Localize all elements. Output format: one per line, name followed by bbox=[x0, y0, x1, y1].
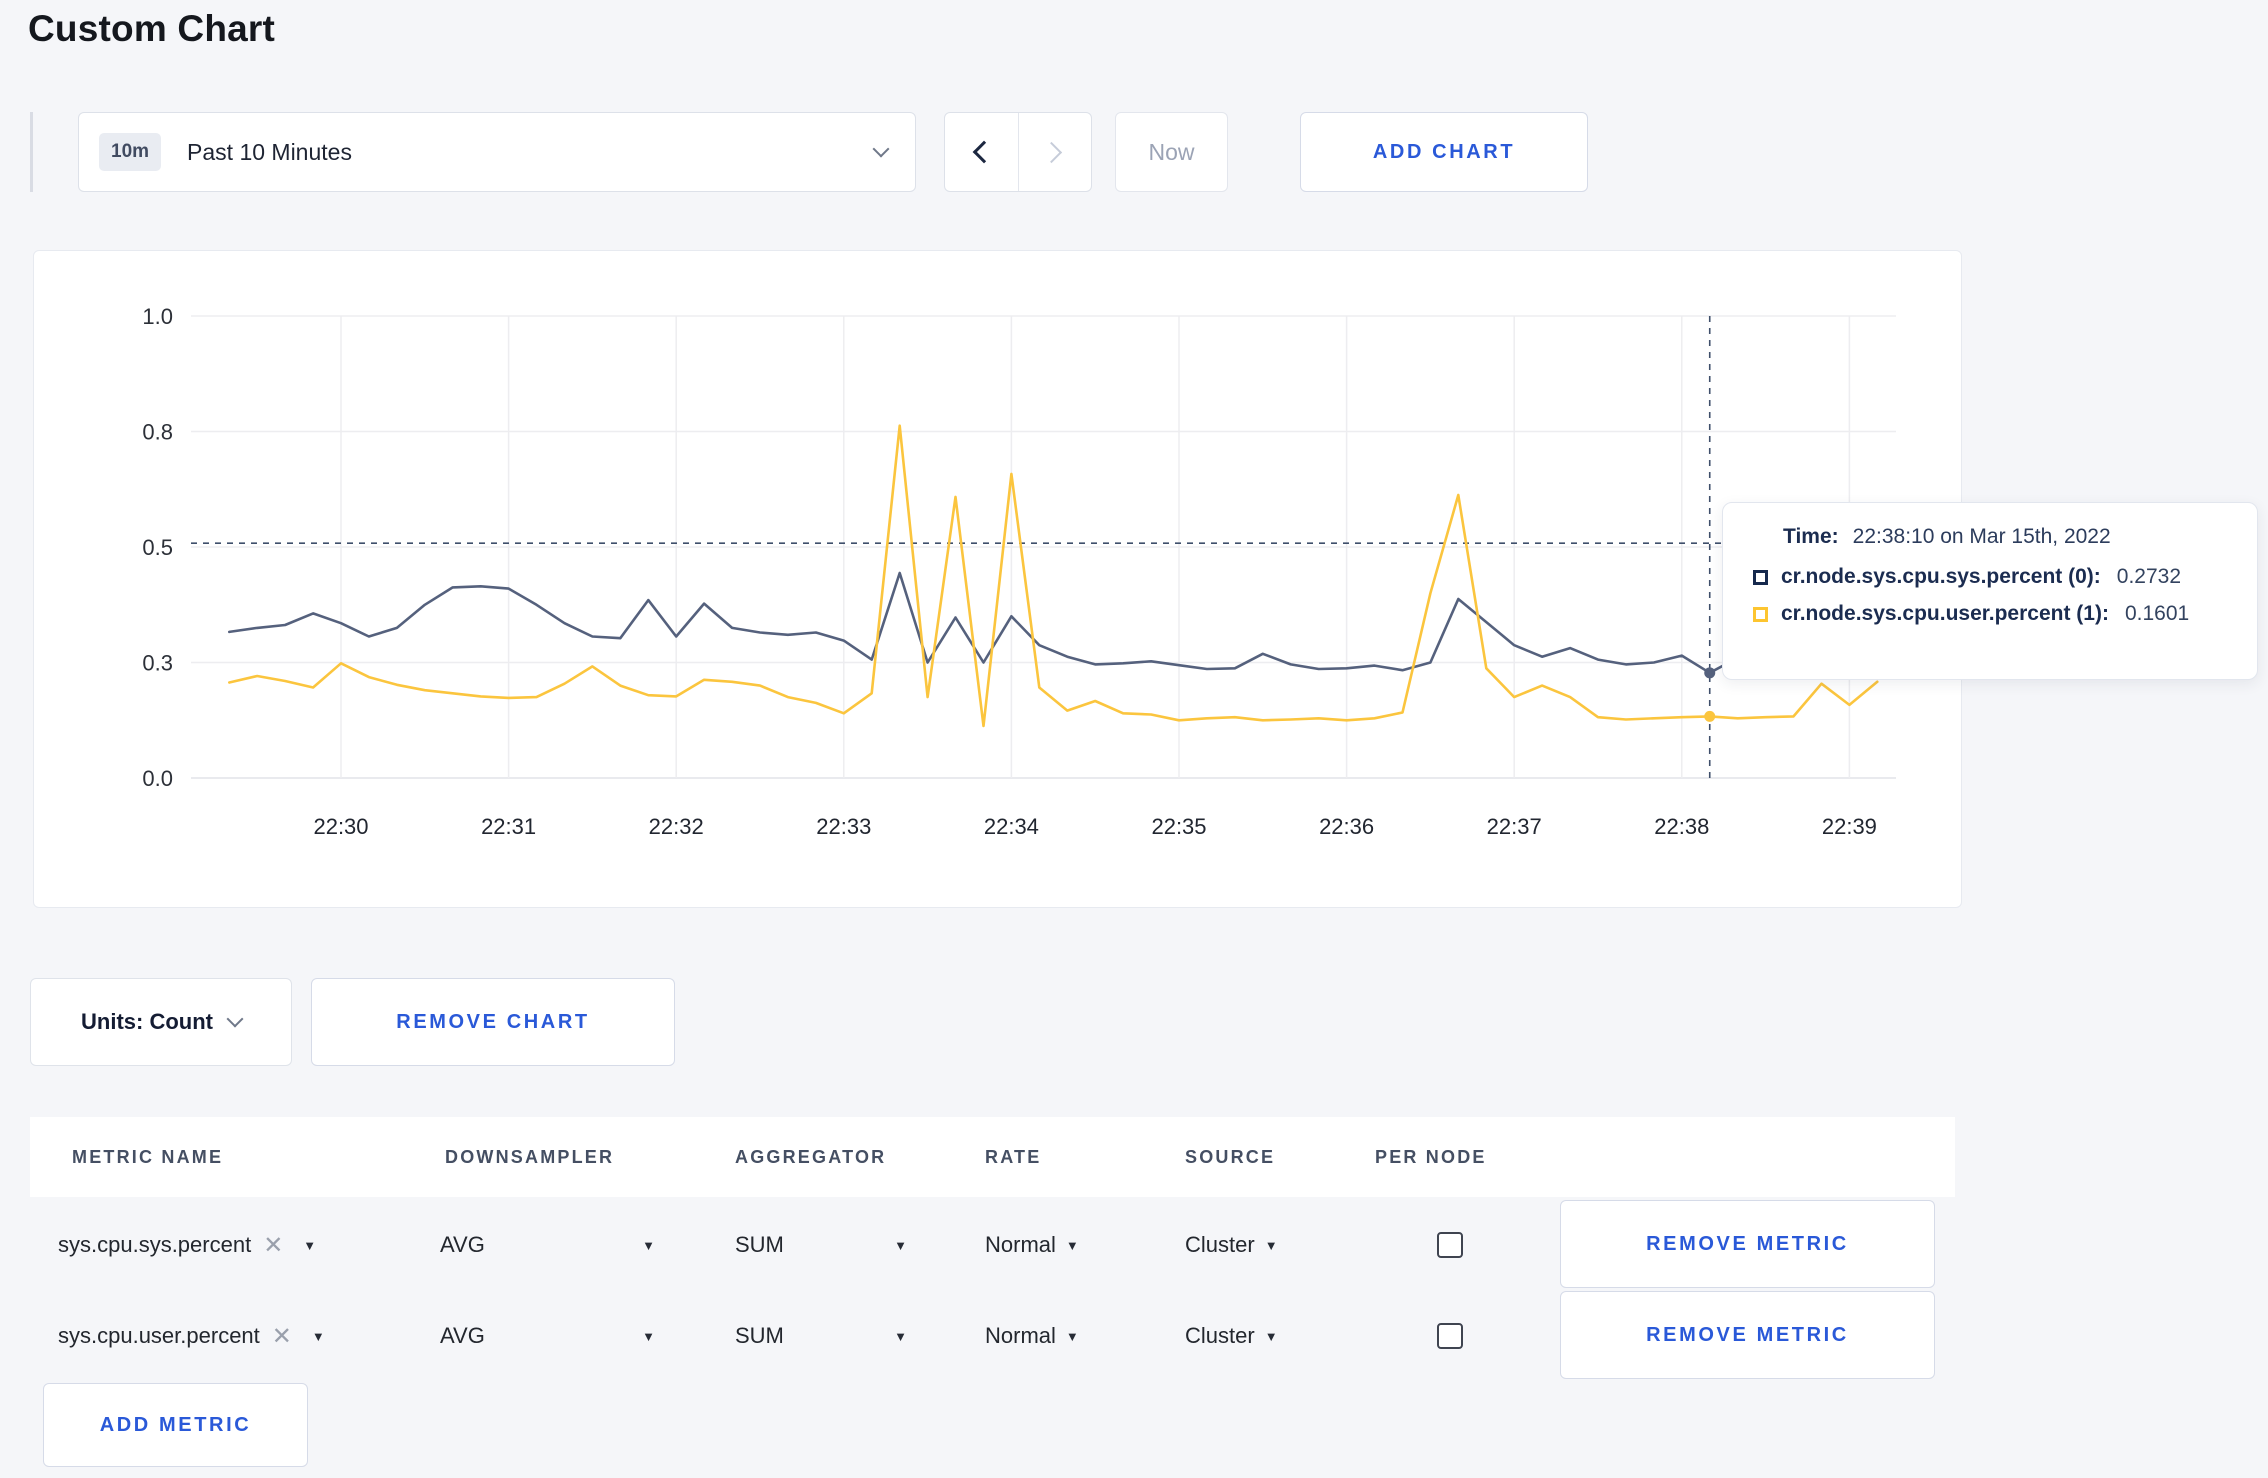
clear-metric-icon[interactable]: ✕ bbox=[272, 1322, 292, 1351]
tooltip-time-row: Time: 22:38:10 on Mar 15th, 2022 bbox=[1783, 525, 2233, 549]
dropdown-caret-icon: ▼ bbox=[894, 1328, 907, 1344]
remove-metric-button[interactable]: REMOVE METRIC bbox=[1560, 1291, 1935, 1379]
tooltip-series-value: 0.2732 bbox=[2116, 565, 2182, 588]
rate-select[interactable]: Normal ▼ bbox=[985, 1200, 1079, 1290]
y-axis-tick-label: 1.0 bbox=[142, 304, 173, 329]
y-axis-tick-label: 0.5 bbox=[142, 535, 173, 560]
column-header-metric-name: METRIC NAME bbox=[72, 1146, 224, 1167]
column-header-rate: RATE bbox=[985, 1146, 1042, 1167]
metric-name-value: sys.cpu.user.percent bbox=[58, 1323, 260, 1348]
time-range-badge: 10m bbox=[99, 133, 162, 171]
hover-point-marker bbox=[1704, 667, 1716, 679]
tooltip-time-label: Time: bbox=[1783, 525, 1839, 548]
hover-point-marker bbox=[1704, 710, 1716, 722]
dropdown-caret-icon: ▼ bbox=[894, 1237, 907, 1253]
source-select[interactable]: Cluster ▼ bbox=[1185, 1291, 1278, 1381]
time-range-label: Past 10 Minutes bbox=[187, 138, 352, 165]
tooltip-series-row: cr.node.sys.cpu.sys.percent (0): 0.2732 bbox=[1753, 565, 2233, 589]
custom-chart-page: { "page_title": "Custom Chart", "toolbar… bbox=[0, 0, 2268, 1478]
dropdown-caret-icon: ▼ bbox=[642, 1328, 655, 1344]
chart-card: 1.0 0.8 0.5 0.3 0.0 22:30 22:31 22:32 22:33 22:34… bbox=[33, 250, 1962, 908]
remove-metric-button[interactable]: REMOVE METRIC bbox=[1560, 1200, 1935, 1288]
downsampler-value: AVG bbox=[440, 1323, 485, 1348]
time-range-dropdown[interactable]: 10m Past 10 Minutes bbox=[78, 112, 916, 192]
downsampler-value: AVG bbox=[440, 1232, 485, 1257]
y-axis-tick-label: 0.0 bbox=[142, 766, 173, 791]
dropdown-caret-icon: ▼ bbox=[1264, 1328, 1278, 1344]
downsampler-select[interactable]: AVG ▼ bbox=[440, 1200, 655, 1290]
now-button[interactable]: Now bbox=[1115, 112, 1228, 192]
column-header-downsampler: DOWNSAMPLER bbox=[445, 1146, 615, 1167]
x-axis-tick-label: 22:38 bbox=[1654, 814, 1709, 839]
x-axis-tick-label: 22:33 bbox=[816, 814, 871, 839]
chart-hover-tooltip: Time: 22:38:10 on Mar 15th, 2022 cr.node.… bbox=[1722, 502, 2258, 680]
y-axis-tick-label: 0.8 bbox=[142, 420, 173, 445]
time-nav-group bbox=[944, 112, 1092, 192]
chevron-down-icon bbox=[226, 1010, 244, 1028]
source-value: Cluster bbox=[1185, 1232, 1255, 1257]
time-back-button[interactable] bbox=[945, 113, 1019, 191]
x-axis-tick-label: 22:32 bbox=[649, 814, 704, 839]
tooltip-series-value: 0.1601 bbox=[2124, 602, 2190, 625]
tooltip-series-label: cr.node.sys.cpu.sys.percent (0): bbox=[1781, 565, 2101, 588]
cpu-percent-line-chart[interactable]: 1.0 0.8 0.5 0.3 0.0 22:30 22:31 22:32 22:33 22:34… bbox=[34, 251, 1963, 909]
column-header-source: SOURCE bbox=[1185, 1146, 1276, 1167]
x-axis-tick-label: 22:34 bbox=[984, 814, 1039, 839]
x-axis-tick-label: 22:39 bbox=[1822, 814, 1877, 839]
column-header-per-node: PER NODE bbox=[1375, 1146, 1487, 1167]
dropdown-caret-icon: ▼ bbox=[1065, 1328, 1079, 1344]
per-node-cell bbox=[1437, 1200, 1463, 1290]
dropdown-caret-icon: ▼ bbox=[1264, 1237, 1278, 1253]
add-chart-button[interactable]: ADD CHART bbox=[1300, 112, 1588, 192]
chevron-right-icon bbox=[1041, 141, 1063, 163]
chevron-left-icon bbox=[972, 140, 996, 164]
rate-select[interactable]: Normal ▼ bbox=[985, 1291, 1079, 1381]
per-node-checkbox[interactable] bbox=[1437, 1323, 1463, 1349]
x-axis-tick-label: 22:37 bbox=[1487, 814, 1542, 839]
downsampler-select[interactable]: AVG ▼ bbox=[440, 1291, 655, 1381]
units-dropdown[interactable]: Units: Count bbox=[30, 978, 292, 1066]
page-title: Custom Chart bbox=[28, 8, 276, 49]
add-metric-button[interactable]: ADD METRIC bbox=[43, 1383, 308, 1467]
chevron-down-icon bbox=[872, 140, 890, 158]
time-forward-button[interactable] bbox=[1019, 113, 1092, 191]
dropdown-caret-icon: ▼ bbox=[311, 1328, 325, 1344]
per-node-cell bbox=[1437, 1291, 1463, 1381]
toolbar-left-divider bbox=[30, 112, 33, 192]
units-label: Units: Count bbox=[81, 1009, 213, 1034]
metric-name-value: sys.cpu.sys.percent bbox=[58, 1232, 252, 1257]
metric-name-select[interactable]: sys.cpu.sys.percent ✕ ▼ bbox=[58, 1200, 316, 1290]
dropdown-caret-icon: ▼ bbox=[303, 1237, 317, 1253]
tooltip-time-value: 22:38:10 on Mar 15th, 2022 bbox=[1852, 525, 2111, 548]
rate-value: Normal bbox=[985, 1323, 1056, 1348]
clear-metric-icon[interactable]: ✕ bbox=[263, 1231, 283, 1260]
dropdown-caret-icon: ▼ bbox=[642, 1237, 655, 1253]
tooltip-series-label: cr.node.sys.cpu.user.percent (1): bbox=[1781, 602, 2109, 625]
series-line-user-percent bbox=[228, 424, 1879, 728]
tooltip-series-row: cr.node.sys.cpu.user.percent (1): 0.1601 bbox=[1753, 602, 2233, 626]
remove-chart-button[interactable]: REMOVE CHART bbox=[311, 978, 675, 1066]
x-axis-tick-label: 22:31 bbox=[481, 814, 536, 839]
column-header-aggregator: AGGREGATOR bbox=[735, 1146, 887, 1167]
user-percent-swatch-icon bbox=[1753, 606, 1768, 622]
aggregator-value: SUM bbox=[735, 1323, 784, 1348]
x-axis-tick-label: 22:30 bbox=[313, 814, 368, 839]
source-value: Cluster bbox=[1185, 1323, 1255, 1348]
x-axis-tick-label: 22:36 bbox=[1319, 814, 1374, 839]
rate-value: Normal bbox=[985, 1232, 1056, 1257]
aggregator-value: SUM bbox=[735, 1232, 784, 1257]
y-axis-tick-label: 0.3 bbox=[142, 651, 173, 676]
aggregator-select[interactable]: SUM ▼ bbox=[735, 1200, 907, 1290]
dropdown-caret-icon: ▼ bbox=[1065, 1237, 1079, 1253]
aggregator-select[interactable]: SUM ▼ bbox=[735, 1291, 907, 1381]
sys-percent-swatch-icon bbox=[1753, 569, 1768, 585]
x-axis-tick-label: 22:35 bbox=[1151, 814, 1206, 839]
per-node-checkbox[interactable] bbox=[1437, 1232, 1463, 1258]
metric-name-select[interactable]: sys.cpu.user.percent ✕ ▼ bbox=[58, 1291, 325, 1381]
series-line-sys-percent bbox=[228, 571, 1879, 675]
source-select[interactable]: Cluster ▼ bbox=[1185, 1200, 1278, 1290]
